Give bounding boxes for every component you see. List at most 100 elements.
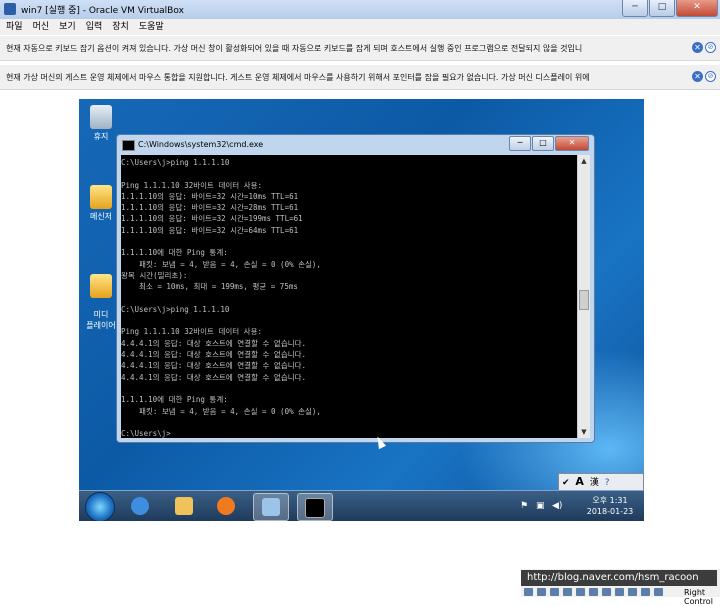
usb-icon[interactable]	[576, 588, 585, 596]
desktop-icon-label: 휴지	[93, 132, 109, 141]
cmd-maximize-button[interactable]: □	[532, 136, 554, 151]
shared-folder-icon[interactable]	[589, 588, 598, 596]
console-line: 1.1.1.10에 대한 Ping 통계:	[121, 395, 228, 405]
volume-icon[interactable]: ◀)	[552, 501, 562, 511]
clock[interactable]: 오후 1:31 2018-01-23	[582, 495, 638, 517]
keyboard-icon[interactable]	[654, 588, 663, 596]
console-line: 1.1.1.10에 대한 Ping 통계:	[121, 248, 228, 258]
taskbar-network[interactable]	[253, 493, 289, 521]
flag-icon[interactable]: ⚑	[520, 501, 528, 511]
console-text: C:\Users\j>ping 1.1.1.10 Ping 1.1.1.10 3…	[121, 157, 577, 438]
cmd-title: C:\Windows\system32\cmd.exe	[138, 140, 264, 149]
lang-mode[interactable]: A	[575, 474, 584, 490]
desktop-icon-label: 미디 플레이어	[86, 310, 116, 330]
system-tray: ⚑ ▣ ◀) 오후 1:31 2018-01-23	[518, 493, 638, 519]
notification-keyboard-text: 현재 자동으로 키보드 잡기 옵션이 켜져 있습니다. 가상 머신 창이 활성화…	[6, 44, 583, 53]
desktop-icon-recycle-bin[interactable]: 휴지	[81, 105, 121, 142]
console-line: 1.1.1.10의 응답: 바이트=32 시간=64ms TTL=61	[121, 225, 299, 235]
console-line: C:\Users\j>ping 1.1.1.10	[121, 158, 230, 167]
scroll-up-icon[interactable]: ▲	[578, 155, 590, 167]
watermark-text: http://blog.naver.com/hsm_racoon	[521, 570, 717, 586]
desktop-icon-messenger[interactable]: 메신저	[81, 185, 121, 222]
menu-file[interactable]: 파일	[6, 19, 23, 35]
taskbar-explorer[interactable]	[167, 493, 201, 519]
menu-input[interactable]: 입력	[86, 19, 103, 35]
clock-time: 오후 1:31	[592, 496, 628, 505]
window-title: win7 [실행 중] - Oracle VM VirtualBox	[21, 6, 184, 16]
cmd-window[interactable]: C:\Windows\system32\cmd.exe ─ □ ✕ C:\Use…	[116, 134, 595, 443]
mute-notification-icon[interactable]: ⊘	[705, 71, 716, 82]
status-icons	[524, 588, 663, 596]
clock-date: 2018-01-23	[586, 507, 634, 516]
notification-mouse-text: 현재 가상 머신의 게스트 운영 체제에서 마우스 통합을 지원합니다. 게스트…	[6, 73, 590, 82]
optical-icon[interactable]	[537, 588, 546, 596]
hdd-icon[interactable]	[524, 588, 533, 596]
scroll-down-icon[interactable]: ▼	[578, 426, 590, 438]
media-player-icon	[217, 497, 235, 515]
display-icon[interactable]	[602, 588, 611, 596]
cmd-minimize-button[interactable]: ─	[509, 136, 531, 151]
media-player-icon	[90, 274, 112, 298]
console-line: 패킷: 보냄 = 4, 받음 = 4, 손실 = 0 (0% 손실),	[121, 259, 321, 269]
desktop-icon-media-player[interactable]: 미디 플레이어	[81, 265, 121, 340]
network-status-icon[interactable]	[563, 588, 572, 596]
menu-devices[interactable]: 장치	[112, 19, 129, 35]
notification-mouse: 현재 가상 머신의 게스트 운영 체제에서 마우스 통합을 지원합니다. 게스트…	[0, 65, 720, 90]
internet-explorer-icon	[131, 497, 149, 515]
cmd-titlebar[interactable]: C:\Windows\system32\cmd.exe ─ □ ✕	[117, 135, 594, 155]
console-line: 4.4.4.1의 응답: 대상 호스트에 연결할 수 없습니다.	[121, 350, 307, 360]
desktop-icon-label: 메신저	[89, 212, 113, 221]
virtualbox-icon	[4, 3, 16, 15]
taskbar-cmd[interactable]	[297, 493, 333, 521]
close-notification-icon[interactable]: ✕	[692, 71, 703, 82]
scroll-thumb[interactable]	[579, 290, 589, 310]
menu-view[interactable]: 보기	[59, 19, 76, 35]
menu-machine[interactable]: 머신	[33, 19, 50, 35]
console-line: 최소 = 10ms, 최대 = 199ms, 평균 = 75ms	[121, 282, 298, 292]
console-line: 1.1.1.10의 응답: 바이트=32 시간=199ms TTL=61	[121, 214, 303, 224]
console-line: 1.1.1.10의 응답: 바이트=32 시간=28ms TTL=61	[121, 203, 299, 213]
window-titlebar: win7 [실행 중] - Oracle VM VirtualBox ─ □ ✕	[0, 0, 720, 20]
close-notification-icon[interactable]: ✕	[692, 42, 703, 53]
taskbar-media-player[interactable]	[209, 493, 243, 519]
menu-bar: 파일 머신 보기 입력 장치 도움말	[0, 19, 720, 35]
console-line: Ping 1.1.1.10 32바이트 데이터 사용:	[121, 180, 262, 190]
lang-hanja[interactable]: 漢	[590, 475, 599, 491]
maximize-button[interactable]: □	[649, 0, 675, 17]
recording-icon[interactable]	[615, 588, 624, 596]
help-icon[interactable]: ?	[605, 475, 610, 491]
guest-desktop[interactable]: 휴지 메신저 미디 플레이어 C:\Windows\system32\cmd.e…	[79, 99, 644, 521]
cpu-icon[interactable]	[628, 588, 637, 596]
console-line: 패킷: 보냄 = 4, 받음 = 4, 손실 = 0 (0% 손실),	[121, 406, 321, 416]
console-line: 4.4.4.1의 응답: 대상 호스트에 연결할 수 없습니다.	[121, 372, 307, 382]
language-bar[interactable]: ✔ A 漢 ?	[558, 473, 644, 491]
messenger-icon	[90, 185, 112, 209]
minimize-button[interactable]: ─	[622, 0, 648, 17]
network-tray-icon[interactable]: ▣	[536, 501, 545, 511]
console-line: C:\Users\j>	[121, 429, 171, 438]
host-key-label: Right Control	[684, 588, 713, 606]
close-button[interactable]: ✕	[676, 0, 718, 17]
console-line: 1.1.1.10의 응답: 바이트=32 시간=10ms TTL=61	[121, 191, 299, 201]
network-icon	[262, 498, 280, 516]
taskbar-ie[interactable]	[123, 493, 157, 519]
audio-icon[interactable]	[550, 588, 559, 596]
console-line: C:\Users\j>ping 1.1.1.10	[121, 304, 230, 314]
menu-help[interactable]: 도움말	[139, 19, 164, 35]
mouse-integration-icon[interactable]	[641, 588, 650, 596]
cmd-scrollbar[interactable]: ▲ ▼	[577, 155, 590, 438]
lang-check-icon: ✔	[562, 478, 570, 488]
cmd-close-button[interactable]: ✕	[555, 136, 589, 151]
console-output[interactable]: C:\Users\j>ping 1.1.1.10 Ping 1.1.1.10 3…	[121, 155, 577, 438]
start-button[interactable]	[85, 492, 115, 521]
console-line: Ping 1.1.1.10 32바이트 데이터 사용:	[121, 327, 262, 337]
mute-notification-icon[interactable]: ⊘	[705, 42, 716, 53]
cmd-icon	[122, 140, 135, 151]
recycle-bin-icon	[90, 105, 112, 129]
